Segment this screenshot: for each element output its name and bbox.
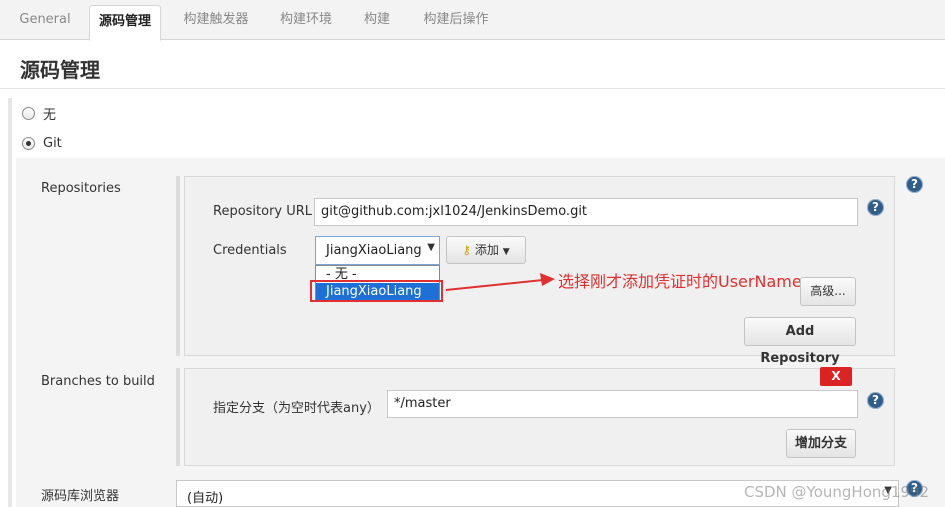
scm-option-git-label: Git [43,136,62,151]
branches-panel-strip [176,368,180,466]
selection-highlight-box [310,280,443,302]
repositories-label: Repositories [41,181,121,196]
add-credentials-button[interactable]: ⚷ 添加 ▼ [446,236,526,264]
branch-specifier-input[interactable]: */master [387,390,858,418]
scm-option-git[interactable]: Git [22,136,62,151]
repository-url-help-icon[interactable]: ? [867,199,884,216]
credentials-select-value: JiangXiaoLiang [326,243,422,258]
key-icon: ⚷ [462,243,472,257]
tab-source-code-management[interactable]: 源码管理 [89,5,161,41]
tab-build-environment[interactable]: 构建环境 [270,0,342,40]
advanced-button[interactable]: 高级... [800,277,856,306]
chevron-down-icon: ▼ [427,242,435,253]
config-tab-bar: General 源码管理 构建触发器 构建环境 构建 构建后操作 [0,0,945,41]
annotation-text: 选择刚才添加凭证时的UserName [558,272,802,291]
repository-url-input[interactable]: git@github.com:jxl1024/JenkinsDemo.git [314,198,858,226]
caret-down-icon: ▼ [502,247,510,257]
add-credentials-label: 添加 [474,243,499,257]
tab-build-triggers[interactable]: 构建触发器 [172,0,260,40]
add-branch-button[interactable]: 增加分支 [786,429,856,458]
branches-label: Branches to build [41,374,155,389]
tab-general[interactable]: General [10,0,80,40]
section-divider [0,88,945,89]
credentials-select[interactable]: JiangXiaoLiang ▼ [315,236,440,265]
watermark: CSDN @YoungHong1992 [744,483,930,501]
repositories-panel-strip [176,176,180,356]
section-left-bar [8,98,12,507]
scm-option-none[interactable]: 无 [22,104,56,123]
branch-specifier-help-icon[interactable]: ? [867,392,884,409]
annotation-arrow-icon [445,273,555,291]
radio-none[interactable] [22,107,35,120]
repository-url-label: Repository URL [213,204,313,219]
tab-post-build-actions[interactable]: 构建后操作 [412,0,500,40]
section-title: 源码管理 [20,58,100,82]
repository-browser-value: (自动) [187,491,224,506]
repository-browser-label: 源码库浏览器 [41,489,120,504]
radio-git[interactable] [22,137,35,150]
branch-specifier-label: 指定分支（为空时代表any） [213,401,380,416]
tab-build[interactable]: 构建 [352,0,402,40]
repositories-help-icon[interactable]: ? [906,176,923,193]
add-repository-button[interactable]: Add Repository [744,317,856,366]
credentials-label: Credentials [213,243,287,258]
delete-branch-button[interactable]: X [820,367,852,386]
scm-option-none-label: 无 [43,108,57,123]
